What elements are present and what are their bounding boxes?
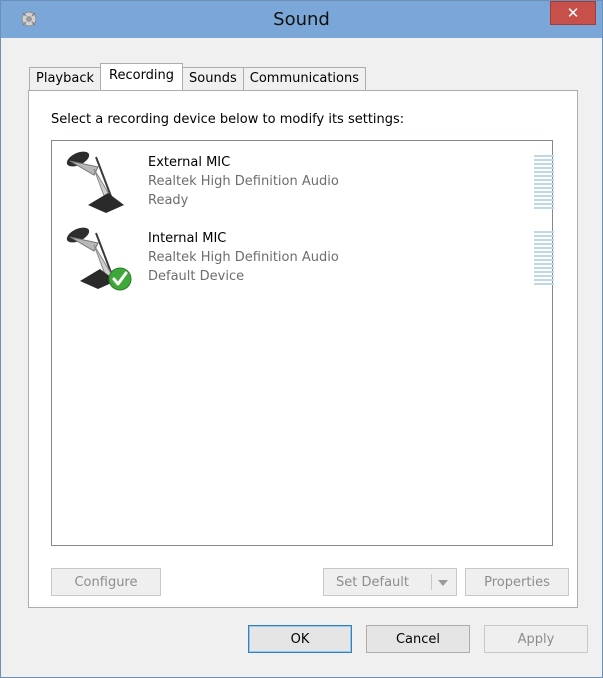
device-item-internal-mic[interactable]: Internal MIC Realtek High Definition Aud…	[60, 223, 554, 291]
device-info: External MIC Realtek High Definition Aud…	[148, 153, 339, 210]
cancel-label: Cancel	[395, 631, 441, 647]
title-bar[interactable]: Sound ✕	[1, 1, 602, 38]
tab-sounds[interactable]: Sounds	[182, 67, 244, 90]
configure-button[interactable]: Configure	[51, 568, 161, 596]
ok-label: OK	[290, 631, 310, 647]
window-title: Sound	[273, 9, 330, 30]
tab-communications[interactable]: Communications	[242, 67, 367, 90]
level-meter	[534, 231, 554, 285]
apply-button[interactable]: Apply	[484, 625, 588, 653]
default-check-icon	[108, 267, 132, 291]
cancel-button[interactable]: Cancel	[366, 625, 470, 653]
set-default-label: Set Default	[336, 574, 409, 590]
apply-label: Apply	[517, 631, 555, 647]
properties-label: Properties	[484, 574, 550, 590]
tab-strip: Playback Recording Sounds Communications	[29, 63, 367, 90]
device-driver: Realtek High Definition Audio	[148, 250, 339, 265]
instruction-text: Select a recording device below to modif…	[51, 112, 405, 127]
device-name: External MIC	[148, 155, 231, 170]
level-meter	[534, 155, 554, 209]
configure-label: Configure	[74, 574, 138, 590]
device-status: Default Device	[148, 269, 245, 284]
set-default-button[interactable]: Set Default	[323, 568, 457, 596]
properties-button[interactable]: Properties	[465, 568, 569, 596]
chevron-down-icon[interactable]	[438, 580, 448, 586]
device-info: Internal MIC Realtek High Definition Aud…	[148, 229, 339, 286]
device-status: Ready	[148, 193, 189, 208]
recording-device-list[interactable]: External MIC Realtek High Definition Aud…	[51, 140, 554, 546]
recording-tab-panel: Select a recording device below to modif…	[28, 90, 578, 608]
close-button[interactable]: ✕	[550, 1, 596, 25]
tab-recording[interactable]: Recording	[100, 63, 184, 90]
tab-playback[interactable]: Playback	[29, 67, 102, 90]
ok-button[interactable]: OK	[248, 625, 352, 653]
close-icon: ✕	[566, 4, 580, 22]
sound-dialog: Sound ✕ Playback Recording Sounds Commun…	[0, 0, 603, 678]
microphone-icon	[66, 227, 132, 291]
device-item-external-mic[interactable]: External MIC Realtek High Definition Aud…	[60, 147, 554, 215]
dialog-client-area: Playback Recording Sounds Communications…	[9, 38, 594, 669]
device-driver: Realtek High Definition Audio	[148, 174, 339, 189]
device-name: Internal MIC	[148, 231, 227, 246]
microphone-icon	[66, 151, 124, 213]
